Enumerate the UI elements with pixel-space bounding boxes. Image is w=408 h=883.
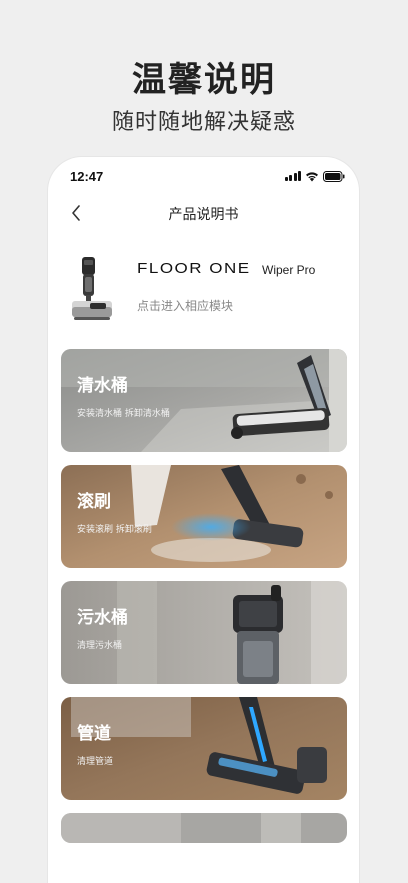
card-title: 清水桶 bbox=[77, 376, 128, 396]
product-header: FLOOR ONE Wiper Pro 点击进入相应模块 bbox=[48, 251, 359, 326]
dirty-water-tank-photo bbox=[61, 581, 347, 684]
card-subtitle: 清理污水桶 bbox=[77, 641, 123, 651]
nav-bar: 产品说明书 bbox=[48, 197, 359, 229]
card-pipeline[interactable]: 管道 清理管道 bbox=[61, 697, 347, 800]
card-dirty-water-tank[interactable]: 污水桶 清理污水桶 bbox=[61, 581, 347, 684]
card-roller-brush[interactable]: 滚刷 安装滚刷 拆卸滚刷 bbox=[61, 465, 347, 568]
card-subtitle: 安装滚刷 拆卸滚刷 bbox=[77, 525, 152, 535]
roller-brush-photo bbox=[61, 465, 347, 568]
promo-subtitle: 随时随地解决疑惑 bbox=[111, 110, 296, 135]
status-icons bbox=[284, 170, 346, 182]
card-clean-water-tank[interactable]: 清水桶 安装清水桶 拆卸清水桶 bbox=[61, 349, 347, 452]
page-title: 产品说明书 bbox=[168, 207, 239, 223]
wifi-icon bbox=[306, 171, 318, 181]
product-hint: 点击进入相应模块 bbox=[137, 299, 234, 313]
promo-title: 温馨说明 bbox=[132, 60, 276, 100]
status-bar: 12:47 bbox=[48, 157, 359, 197]
model-name: Wiper Pro bbox=[262, 263, 316, 277]
card-next-partial[interactable] bbox=[61, 813, 347, 843]
signal-icon bbox=[284, 171, 301, 181]
status-time: 12:47 bbox=[70, 169, 104, 184]
brand-logo: FLOOR ONE bbox=[137, 260, 251, 277]
card-subtitle: 安装清水桶 拆卸清水桶 bbox=[77, 409, 170, 419]
pipeline-photo bbox=[61, 697, 347, 800]
card-title: 滚刷 bbox=[77, 492, 111, 512]
product-image bbox=[72, 257, 112, 320]
battery-icon bbox=[323, 170, 345, 182]
next-card-photo bbox=[61, 813, 347, 843]
card-title: 污水桶 bbox=[77, 608, 128, 628]
phone-screen: 12:47 产品说明书 FLOOR ONE Wiper Pro 点击进入相应模块… bbox=[48, 157, 359, 883]
card-title: 管道 bbox=[77, 724, 111, 744]
card-subtitle: 清理管道 bbox=[77, 757, 114, 767]
clean-water-tank-photo bbox=[61, 349, 347, 452]
